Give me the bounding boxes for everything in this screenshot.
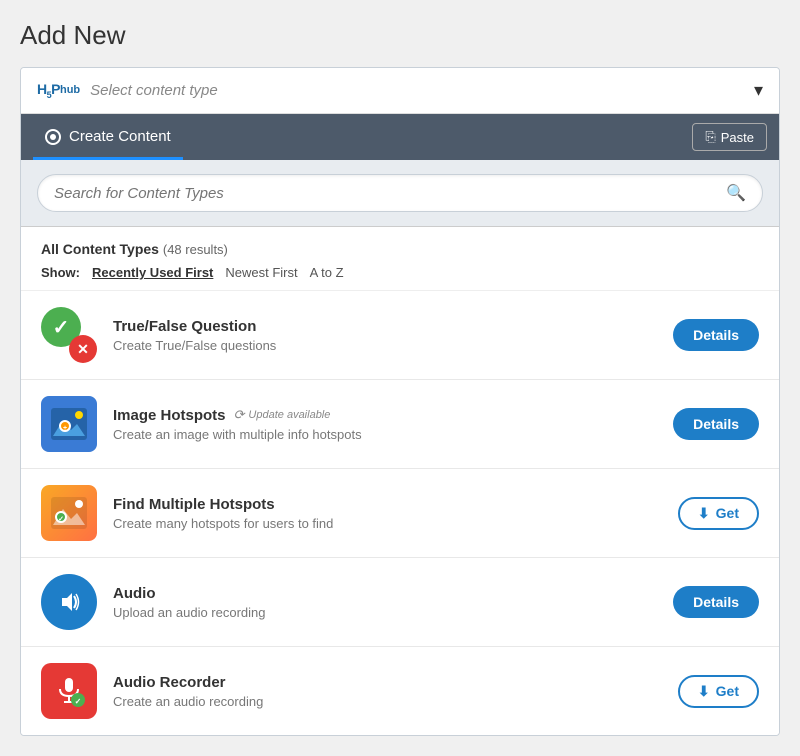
- item-title: Audio: [113, 585, 657, 602]
- search-input[interactable]: [54, 185, 726, 202]
- list-item: Audio Upload an audio recording Details: [21, 558, 779, 647]
- svg-text:+: +: [63, 425, 67, 432]
- item-info-find-hotspots: Find Multiple Hotspots Create many hotsp…: [113, 496, 662, 531]
- search-bar: 🔍: [21, 160, 779, 227]
- svg-text:✓: ✓: [75, 697, 82, 706]
- sort-newest-first[interactable]: Newest First: [225, 265, 297, 280]
- image-hotspots-icon: +: [41, 396, 97, 452]
- item-title: Image Hotspots ⟳ Update available: [113, 407, 657, 424]
- audio-recorder-icon: ✓: [41, 663, 97, 719]
- get-button-find-hotspots[interactable]: ⬇ Get: [678, 497, 759, 530]
- true-false-icon: ✓ ✕: [41, 307, 97, 363]
- paste-icon: ⎘: [705, 129, 715, 145]
- details-button-audio[interactable]: Details: [673, 586, 759, 618]
- item-info-true-false: True/False Question Create True/False qu…: [113, 318, 657, 353]
- all-content-label: All Content Types (48 results): [41, 241, 759, 257]
- h5p-hub-label: hub: [60, 84, 80, 96]
- list-item: ✓ ✕ True/False Question Create True/Fals…: [21, 291, 779, 380]
- item-desc: Upload an audio recording: [113, 605, 657, 620]
- item-info-audio-recorder: Audio Recorder Create an audio recording: [113, 674, 662, 709]
- download-icon: ⬇: [698, 505, 710, 522]
- content-list-area: All Content Types (48 results) Show: Rec…: [21, 227, 779, 735]
- details-button-image-hotspots[interactable]: Details: [673, 408, 759, 440]
- details-button-true-false[interactable]: Details: [673, 319, 759, 351]
- header-bar: Create Content ⎘ Paste: [21, 114, 779, 160]
- main-panel: H5P hub Select content type ▾ Create Con…: [20, 67, 780, 736]
- find-hotspots-icon: ✓: [41, 485, 97, 541]
- show-label: Show:: [41, 265, 80, 280]
- update-badge: ⟳ Update available: [234, 407, 331, 423]
- list-item: ✓ Find Multiple Hotspots Create many hot…: [21, 469, 779, 558]
- item-desc: Create many hotspots for users to find: [113, 516, 662, 531]
- item-title: Find Multiple Hotspots: [113, 496, 662, 513]
- chevron-down-icon: ▾: [754, 80, 763, 101]
- tab-icon: [45, 129, 61, 145]
- search-input-wrapper: 🔍: [37, 174, 763, 212]
- filter-row: All Content Types (48 results) Show: Rec…: [21, 227, 779, 291]
- h5p-logo: H5P hub: [37, 81, 80, 100]
- sort-a-to-z[interactable]: A to Z: [310, 265, 344, 280]
- paste-button[interactable]: ⎘ Paste: [692, 123, 767, 151]
- tab-label: Create Content: [69, 128, 171, 145]
- audio-icon: [41, 574, 97, 630]
- item-desc: Create an audio recording: [113, 694, 662, 709]
- item-desc: Create an image with multiple info hotsp…: [113, 427, 657, 442]
- selector-placeholder: Select content type: [90, 82, 754, 99]
- svg-text:✓: ✓: [58, 516, 64, 523]
- content-type-selector[interactable]: H5P hub Select content type ▾: [21, 68, 779, 114]
- results-count: (48 results): [163, 242, 228, 257]
- item-info-audio: Audio Upload an audio recording: [113, 585, 657, 620]
- item-desc: Create True/False questions: [113, 338, 657, 353]
- get-button-audio-recorder[interactable]: ⬇ Get: [678, 675, 759, 708]
- item-info-image-hotspots: Image Hotspots ⟳ Update available Create…: [113, 407, 657, 442]
- show-row: Show: Recently Used First Newest First A…: [41, 265, 759, 280]
- download-icon: ⬇: [698, 683, 710, 700]
- sort-recently-used[interactable]: Recently Used First: [92, 265, 213, 280]
- content-items: ✓ ✕ True/False Question Create True/Fals…: [21, 291, 779, 735]
- item-title: Audio Recorder: [113, 674, 662, 691]
- page-title: Add New: [20, 20, 780, 51]
- list-item: + Image Hotspots ⟳ Update available Crea…: [21, 380, 779, 469]
- tab-icon-inner: [50, 134, 56, 140]
- search-icon: 🔍: [726, 183, 746, 203]
- create-content-tab[interactable]: Create Content: [33, 114, 183, 160]
- list-item: ✓ Audio Recorder Create an audio recordi…: [21, 647, 779, 735]
- update-icon: ⟳: [234, 407, 245, 423]
- paste-label: Paste: [721, 130, 754, 145]
- item-title: True/False Question: [113, 318, 657, 335]
